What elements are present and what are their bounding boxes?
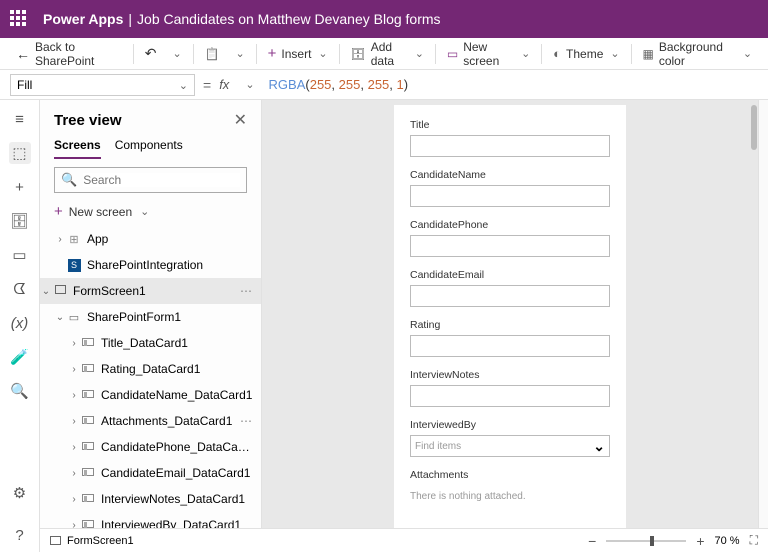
rail-search-icon[interactable]: 🔍 [9, 380, 31, 402]
fx-split[interactable] [237, 74, 260, 95]
header-title: Power Apps|Job Candidates on Matthew Dev… [43, 11, 441, 27]
database-icon [351, 47, 366, 61]
field-attachments: Attachments There is nothing attached. [410, 469, 610, 508]
property-dropdown[interactable]: Fill [10, 74, 195, 96]
more-icon[interactable]: ⋯ [240, 284, 253, 298]
undo-button[interactable] [139, 41, 163, 66]
phone-input[interactable] [410, 235, 610, 257]
rail-media-icon[interactable]: ▭ [9, 244, 31, 266]
form-preview[interactable]: Title CandidateName CandidatePhone Candi… [394, 105, 626, 552]
attachments-empty: There is nothing attached. [410, 485, 610, 508]
rail-tree-icon[interactable]: ⬚ [9, 142, 31, 164]
rail-var-icon[interactable]: (x) [9, 312, 31, 334]
search-input[interactable] [83, 173, 240, 187]
tree-node-card[interactable]: ›Rating_DataCard1 [40, 356, 261, 382]
rail-insert-icon[interactable]: + [9, 176, 31, 198]
tree-node-app[interactable]: ›⊞App [40, 226, 261, 252]
back-button[interactable]: Back to SharePoint [10, 36, 128, 72]
bg-color-button[interactable]: Background color [636, 36, 758, 72]
name-input[interactable] [410, 185, 610, 207]
zoom-slider[interactable] [606, 540, 686, 542]
field-interviewed-by: InterviewedBy Find items⌄ [410, 419, 610, 457]
tree-node-card[interactable]: ›Title_DataCard1 [40, 330, 261, 356]
tree-node-sp[interactable]: SSharePointIntegration [40, 252, 261, 278]
rail-settings-icon[interactable]: ⚙ [9, 482, 31, 504]
theme-icon [553, 46, 561, 61]
tree-node-card[interactable]: ›CandidateName_DataCard1 [40, 382, 261, 408]
tree-search[interactable]: 🔍 [54, 167, 247, 193]
tab-screens[interactable]: Screens [54, 138, 101, 159]
equals-sign: = [203, 77, 211, 93]
new-screen-button[interactable]: New screen [441, 36, 536, 72]
breadcrumb[interactable]: FormScreen1 [67, 535, 134, 547]
tree-node-card[interactable]: ›Attachments_DataCard1⋯ [40, 408, 261, 434]
field-notes: InterviewNotes [410, 369, 610, 407]
rail-flow-icon[interactable]: ᗧ [9, 278, 31, 300]
rail-help-icon[interactable]: ? [9, 524, 31, 546]
more-icon[interactable]: ⋯ [240, 414, 253, 428]
tab-components[interactable]: Components [115, 138, 183, 159]
screen-icon [50, 536, 61, 545]
insert-button[interactable]: Insert [262, 41, 334, 66]
tree-node-form[interactable]: ⌄▭SharePointForm1 [40, 304, 261, 330]
right-rail[interactable] [758, 100, 768, 552]
tree-new-screen-button[interactable]: +New screen [54, 203, 247, 220]
tree-view-panel: Tree view ✕ Screens Components 🔍 +New sc… [40, 100, 262, 552]
formula-bar: Fill = fx RGBA(255, 255, 255, 1) [0, 70, 768, 100]
command-bar: Back to SharePoint Insert Add data New s… [0, 38, 768, 70]
field-name: CandidateName [410, 169, 610, 207]
status-bar: FormScreen1 − + 70 % ⛶ [40, 528, 768, 552]
title-input[interactable] [410, 135, 610, 157]
left-rail: ≡ ⬚ + 🗄 ▭ ᗧ (x) 🧪 🔍 ⚙ ? [0, 100, 40, 552]
field-title: Title [410, 119, 610, 157]
undo-icon [145, 45, 157, 62]
screen-icon [447, 47, 458, 61]
notes-input[interactable] [410, 385, 610, 407]
field-email: CandidateEmail [410, 269, 610, 307]
undo-split[interactable] [164, 43, 187, 64]
fullscreen-icon[interactable]: ⛶ [750, 533, 758, 548]
tree-title: Tree view [54, 112, 122, 129]
rail-tests-icon[interactable]: 🧪 [9, 346, 31, 368]
formula-input[interactable]: RGBA(255, 255, 255, 1) [269, 77, 409, 93]
email-input[interactable] [410, 285, 610, 307]
tree-node-card[interactable]: ›InterviewNotes_DataCard1 [40, 486, 261, 512]
waffle-icon[interactable] [10, 10, 28, 28]
scrollbar[interactable] [751, 105, 757, 150]
paste-split[interactable] [228, 43, 251, 64]
bg-icon [642, 47, 653, 61]
clipboard-icon [205, 47, 220, 61]
zoom-out-button[interactable]: − [588, 533, 596, 549]
add-data-button[interactable]: Add data [345, 36, 431, 72]
fx-label: fx [219, 77, 229, 92]
interviewed-by-combo[interactable]: Find items⌄ [410, 435, 610, 457]
rating-input[interactable] [410, 335, 610, 357]
search-icon: 🔍 [61, 172, 77, 188]
plus-icon: + [54, 203, 63, 220]
close-icon[interactable]: ✕ [234, 110, 247, 130]
arrow-left-icon [16, 46, 30, 62]
tree-node-screen[interactable]: ⌄FormScreen1⋯ [40, 278, 261, 304]
zoom-level: 70 % [715, 535, 740, 547]
zoom-in-button[interactable]: + [696, 533, 704, 549]
plus-icon [268, 45, 277, 62]
field-phone: CandidatePhone [410, 219, 610, 257]
rail-hamburger-icon[interactable]: ≡ [9, 108, 31, 130]
field-rating: Rating [410, 319, 610, 357]
chevron-down-icon [177, 78, 188, 92]
rail-data-icon[interactable]: 🗄 [9, 210, 31, 232]
tree-list: ›⊞App SSharePointIntegration ⌄FormScreen… [40, 226, 261, 552]
canvas[interactable]: Title CandidateName CandidatePhone Candi… [262, 100, 758, 552]
paste-button[interactable] [199, 43, 226, 65]
chevron-down-icon: ⌄ [593, 438, 605, 455]
tree-node-card[interactable]: ›CandidateEmail_DataCard1 [40, 460, 261, 486]
theme-button[interactable]: Theme [547, 42, 625, 65]
app-header: Power Apps|Job Candidates on Matthew Dev… [0, 0, 768, 38]
tree-node-card[interactable]: ›CandidatePhone_DataCard1 [40, 434, 261, 460]
